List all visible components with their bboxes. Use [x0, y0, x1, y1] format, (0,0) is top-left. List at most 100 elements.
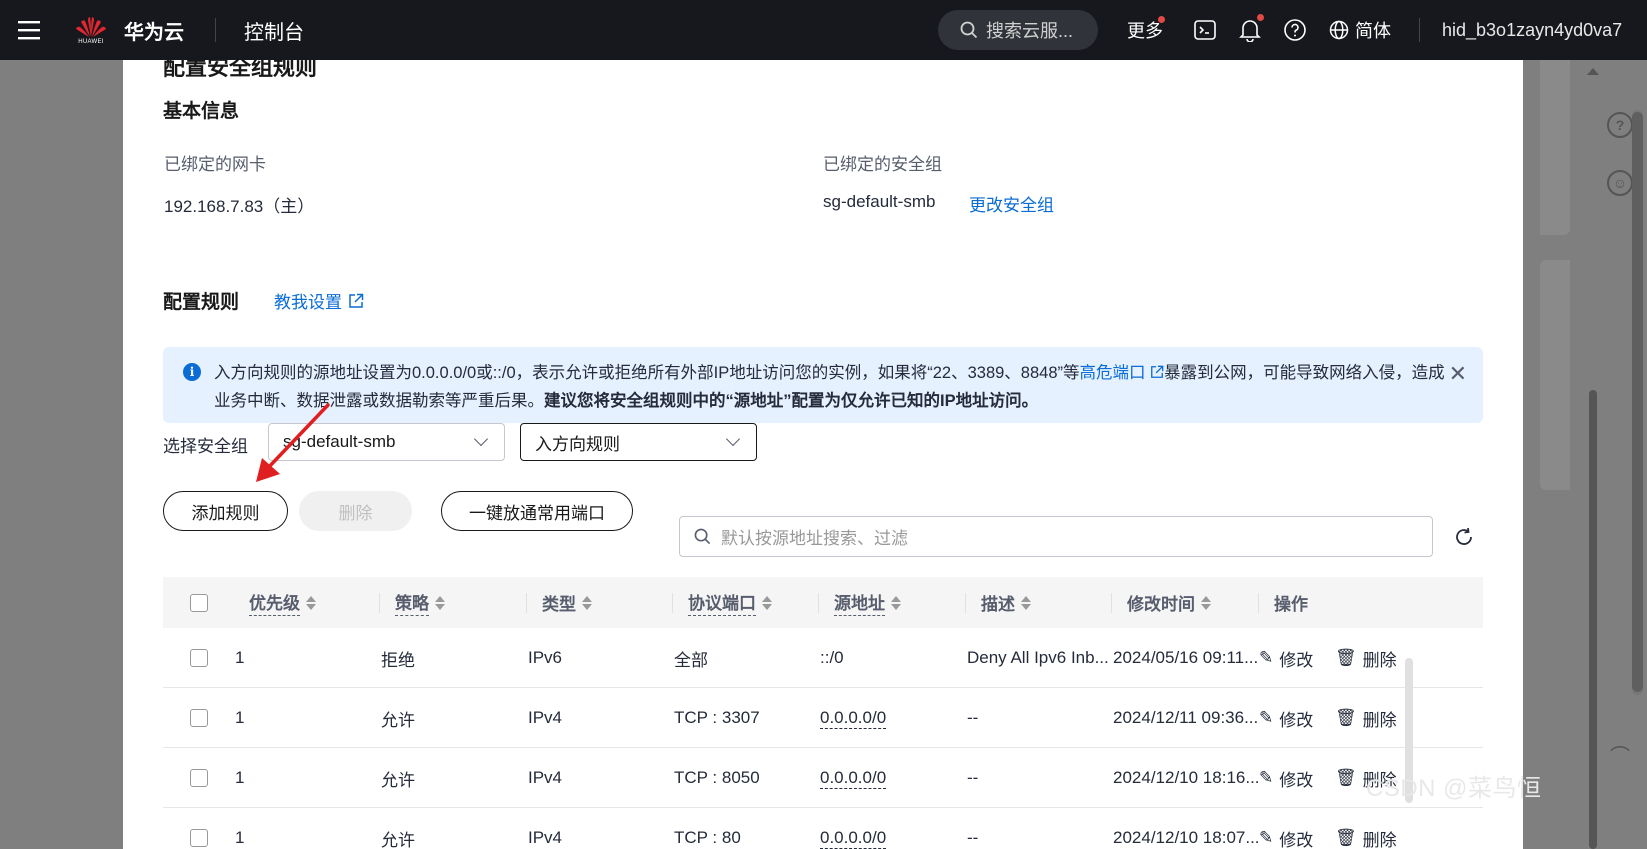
sort-icon[interactable]: [1201, 595, 1211, 610]
column-label: 操作: [1274, 595, 1308, 614]
teach-me-label: 教我设置: [274, 293, 342, 312]
more-menu[interactable]: 更多: [1127, 0, 1163, 60]
table-row[interactable]: 1 允许 IPv4 TCP : 3307 0.0.0.0/0 -- 2024/1…: [163, 688, 1483, 748]
modified-time-cell: 2024/12/11 09:36...: [1113, 708, 1259, 727]
type-cell: IPv4: [528, 708, 563, 727]
policy-cell: 允许: [381, 830, 415, 849]
row-checkbox[interactable]: [190, 628, 208, 688]
edit-rule-action[interactable]: ✎ 修改: [1259, 748, 1313, 808]
row-checkbox[interactable]: [190, 808, 208, 849]
row-checkbox[interactable]: [190, 688, 208, 748]
brand-name[interactable]: 华为云: [124, 0, 184, 60]
rule-search-input[interactable]: 默认按源地址搜索、过滤: [679, 516, 1433, 557]
modified-time-cell: 2024/12/10 18:07...: [1113, 828, 1259, 847]
sort-icon[interactable]: [435, 595, 445, 610]
table-row[interactable]: 1 允许 IPv4 TCP : 8050 0.0.0.0/0 -- 2024/1…: [163, 748, 1483, 808]
refresh-icon[interactable]: [1453, 526, 1477, 550]
language-switcher[interactable]: 简体: [1329, 0, 1391, 60]
headset-icon[interactable]: ⌒: [1610, 740, 1630, 769]
background-card: [1540, 60, 1570, 235]
rules-table-header: 优先级 策略 类型 协议端口 源地址 描述 修改时间 操作: [163, 577, 1483, 628]
column-header-type[interactable]: 类型: [526, 577, 592, 628]
huawei-logo[interactable]: HUAWEI: [73, 0, 109, 60]
teach-me-link[interactable]: 教我设置: [274, 288, 364, 313]
direction-select[interactable]: 入方向规则: [520, 423, 757, 461]
scroll-up-arrow[interactable]: [1587, 68, 1599, 75]
table-row[interactable]: 1 允许 IPv4 TCP : 80 0.0.0.0/0 -- 2024/12/…: [163, 808, 1483, 849]
terminal-icon[interactable]: [1193, 0, 1217, 60]
help-icon[interactable]: ?: [1607, 112, 1633, 138]
column-header-modified-time[interactable]: 修改时间: [1111, 577, 1211, 628]
sort-icon[interactable]: [762, 595, 772, 610]
source-cell[interactable]: 0.0.0.0/0: [820, 808, 887, 849]
column-header-policy[interactable]: 策略: [379, 577, 445, 628]
smile-icon[interactable]: ☺: [1607, 170, 1633, 196]
delete-rule-action[interactable]: 🗑 删除: [1335, 628, 1397, 688]
delete-button[interactable]: 删除: [299, 491, 412, 531]
user-account[interactable]: hid_b3o1zayn4yd0va7: [1442, 0, 1622, 60]
priority-cell: 1: [235, 768, 245, 787]
alert-recommendation: 建议您将安全组规则中的“源地址”配置为仅允许已知的IP地址访问。: [544, 392, 1039, 410]
sort-icon[interactable]: [1021, 595, 1031, 610]
bell-icon[interactable]: [1238, 0, 1262, 60]
priority-cell: 1: [235, 708, 245, 727]
annotation-arrow-icon: [256, 403, 330, 482]
source-cell[interactable]: 0.0.0.0/0: [820, 748, 887, 808]
table-row[interactable]: 1 拒绝 IPv6 全部 ::/0 Deny All Ipv6 Inb... 2…: [163, 628, 1483, 688]
sort-icon[interactable]: [582, 595, 592, 610]
select-sg-label: 选择安全组: [163, 437, 248, 456]
pencil-icon: ✎: [1259, 708, 1274, 727]
trash-icon: 🗑: [1335, 648, 1357, 667]
source-cell[interactable]: 0.0.0.0/0: [820, 688, 887, 748]
chevron-down-icon: [473, 431, 489, 447]
close-icon[interactable]: ✕: [1449, 361, 1467, 387]
source-value: 0.0.0.0/0: [820, 827, 887, 849]
search-placeholder: 搜索云服...: [986, 21, 1074, 41]
trash-icon: 🗑: [1335, 708, 1357, 727]
delete-rule-action[interactable]: 🗑 删除: [1335, 808, 1397, 849]
external-link-icon: [1151, 365, 1164, 378]
globe-icon: [1329, 20, 1349, 40]
sort-icon[interactable]: [306, 595, 316, 610]
open-common-ports-button[interactable]: 一键放通常用端口: [441, 491, 633, 531]
select-all-checkbox[interactable]: [190, 577, 208, 628]
delete-label: 删除: [1362, 710, 1397, 730]
high-risk-port-link[interactable]: 高危端口: [1080, 364, 1165, 382]
column-header-protocol-port[interactable]: 协议端口: [672, 577, 772, 628]
description-cell: Deny All Ipv6 Inb...: [967, 648, 1109, 667]
search-icon: [960, 21, 978, 39]
edit-rule-action[interactable]: ✎ 修改: [1259, 628, 1313, 688]
scrollbar-thumb[interactable]: [1589, 390, 1597, 849]
add-rule-button[interactable]: 添加规则: [163, 491, 288, 531]
column-header-priority[interactable]: 优先级: [249, 577, 316, 628]
alert-text: 入方向规则的源地址设置为0.0.0.0/0或::/0，表示允许或拒绝所有外部IP…: [214, 359, 1454, 415]
delete-rule-action[interactable]: 🗑 删除: [1335, 688, 1397, 748]
priority-cell: 1: [235, 648, 245, 667]
help-icon[interactable]: [1283, 0, 1307, 60]
menu-icon[interactable]: [18, 0, 42, 60]
logo-text: HUAWEI: [78, 38, 104, 45]
port-cell: TCP : 3307: [674, 708, 760, 727]
alert-text-part: 入方向规则的源地址设置为0.0.0.0/0或::/0，表示允许或拒绝所有外部IP…: [214, 364, 1080, 382]
bound-sg-value: sg-default-smb: [823, 192, 936, 211]
column-header-source[interactable]: 源地址: [818, 577, 901, 628]
search-icon: [694, 528, 711, 545]
edit-rule-action[interactable]: ✎ 修改: [1259, 808, 1313, 849]
global-search[interactable]: 搜索云服...: [938, 10, 1098, 50]
priority-cell: 1: [235, 828, 245, 847]
bound-nic-value: 192.168.7.83（主）: [164, 197, 315, 216]
pencil-icon: ✎: [1259, 648, 1274, 667]
row-checkbox[interactable]: [190, 748, 208, 808]
change-security-group-link[interactable]: 更改安全组: [969, 191, 1054, 216]
notification-dot: [1158, 16, 1165, 23]
column-header-description[interactable]: 描述: [965, 577, 1031, 628]
edit-rule-action[interactable]: ✎ 修改: [1259, 688, 1313, 748]
page-scrollbar[interactable]: [1586, 60, 1600, 849]
watermark: CSDN @菜鸟恒: [1366, 775, 1542, 802]
divider: [1419, 18, 1420, 42]
console-link[interactable]: 控制台: [244, 0, 304, 60]
source-cell: ::/0: [820, 648, 844, 667]
sort-icon[interactable]: [891, 595, 901, 610]
edit-label: 修改: [1279, 830, 1314, 849]
side-scrollbar-thumb[interactable]: [1632, 112, 1643, 692]
